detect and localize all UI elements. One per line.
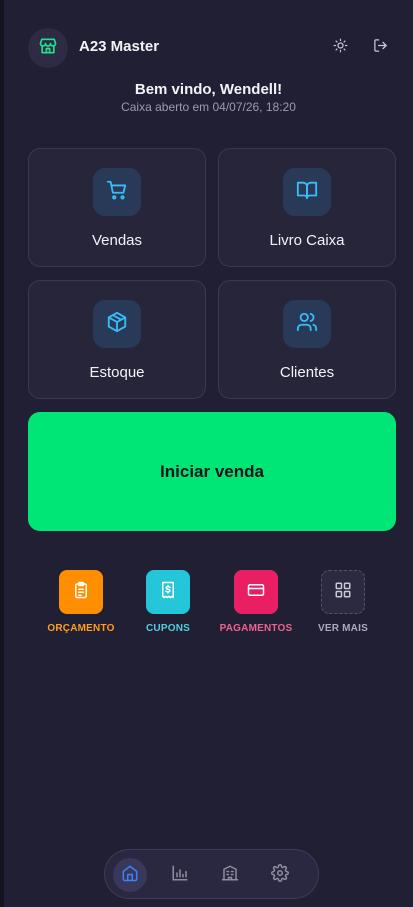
start-sale-button[interactable]: Iniciar venda (28, 412, 396, 531)
tile-icon-box (93, 300, 141, 348)
quick-action-ver-mais[interactable]: VER MAIS (298, 570, 388, 634)
quick-action-cupons[interactable]: CUPONS (123, 570, 213, 634)
app-screen: A23 Master Bem vindo, Wendell! Caixa abe… (0, 0, 413, 907)
store-logo (28, 28, 68, 68)
tile-label: Livro Caixa (269, 232, 345, 249)
theme-toggle-button[interactable] (330, 38, 350, 58)
store-icon (221, 864, 239, 887)
nav-settings[interactable] (263, 858, 297, 892)
nav-store[interactable] (213, 858, 247, 892)
caixa-status: Caixa aberto em 04/07/26, 18:20 (121, 100, 296, 114)
tile-clientes[interactable]: Clientes (218, 280, 396, 399)
quick-action-icon-box (234, 570, 278, 614)
bar-chart-icon (171, 864, 189, 887)
nav-reports[interactable] (163, 858, 197, 892)
receipt-icon (159, 581, 177, 604)
box-icon (106, 311, 128, 338)
cart-icon (106, 179, 128, 206)
sun-icon (333, 38, 348, 58)
tile-vendas[interactable]: Vendas (28, 148, 206, 267)
clipboard-icon (72, 581, 90, 604)
quick-action-icon-box (146, 570, 190, 614)
quick-action-icon-box (59, 570, 103, 614)
book-icon (296, 179, 318, 206)
tile-icon-box (283, 300, 331, 348)
home-icon (121, 864, 139, 887)
tile-label: Clientes (279, 364, 335, 381)
users-icon (296, 311, 318, 338)
tile-label: Vendas (91, 232, 143, 249)
quick-action-icon-box (321, 570, 365, 614)
nav-home[interactable] (113, 858, 147, 892)
quick-action-pagamentos[interactable]: PAGAMENTOS (211, 570, 301, 634)
tile-livro-caixa[interactable]: Livro Caixa (218, 148, 396, 267)
quick-action-orcamento[interactable]: ORÇAMENTO (36, 570, 126, 634)
bottom-nav (104, 849, 319, 899)
credit-card-icon (247, 581, 265, 604)
tile-label: Estoque (89, 364, 145, 381)
grid-icon (334, 581, 352, 604)
tile-icon-box (93, 168, 141, 216)
tile-icon-box (283, 168, 331, 216)
settings-icon (271, 863, 289, 887)
tile-estoque[interactable]: Estoque (28, 280, 206, 399)
quick-action-label: VER MAIS (318, 623, 368, 634)
quick-action-label: CUPONS (146, 623, 190, 634)
app-title: A23 Master (79, 38, 160, 55)
quick-action-label: PAGAMENTOS (219, 623, 293, 634)
welcome-message: Bem vindo, Wendell! (134, 81, 283, 98)
logout-icon (373, 38, 388, 58)
logout-button[interactable] (370, 38, 390, 58)
quick-action-label: ORÇAMENTO (47, 623, 115, 634)
store-icon (38, 36, 58, 61)
